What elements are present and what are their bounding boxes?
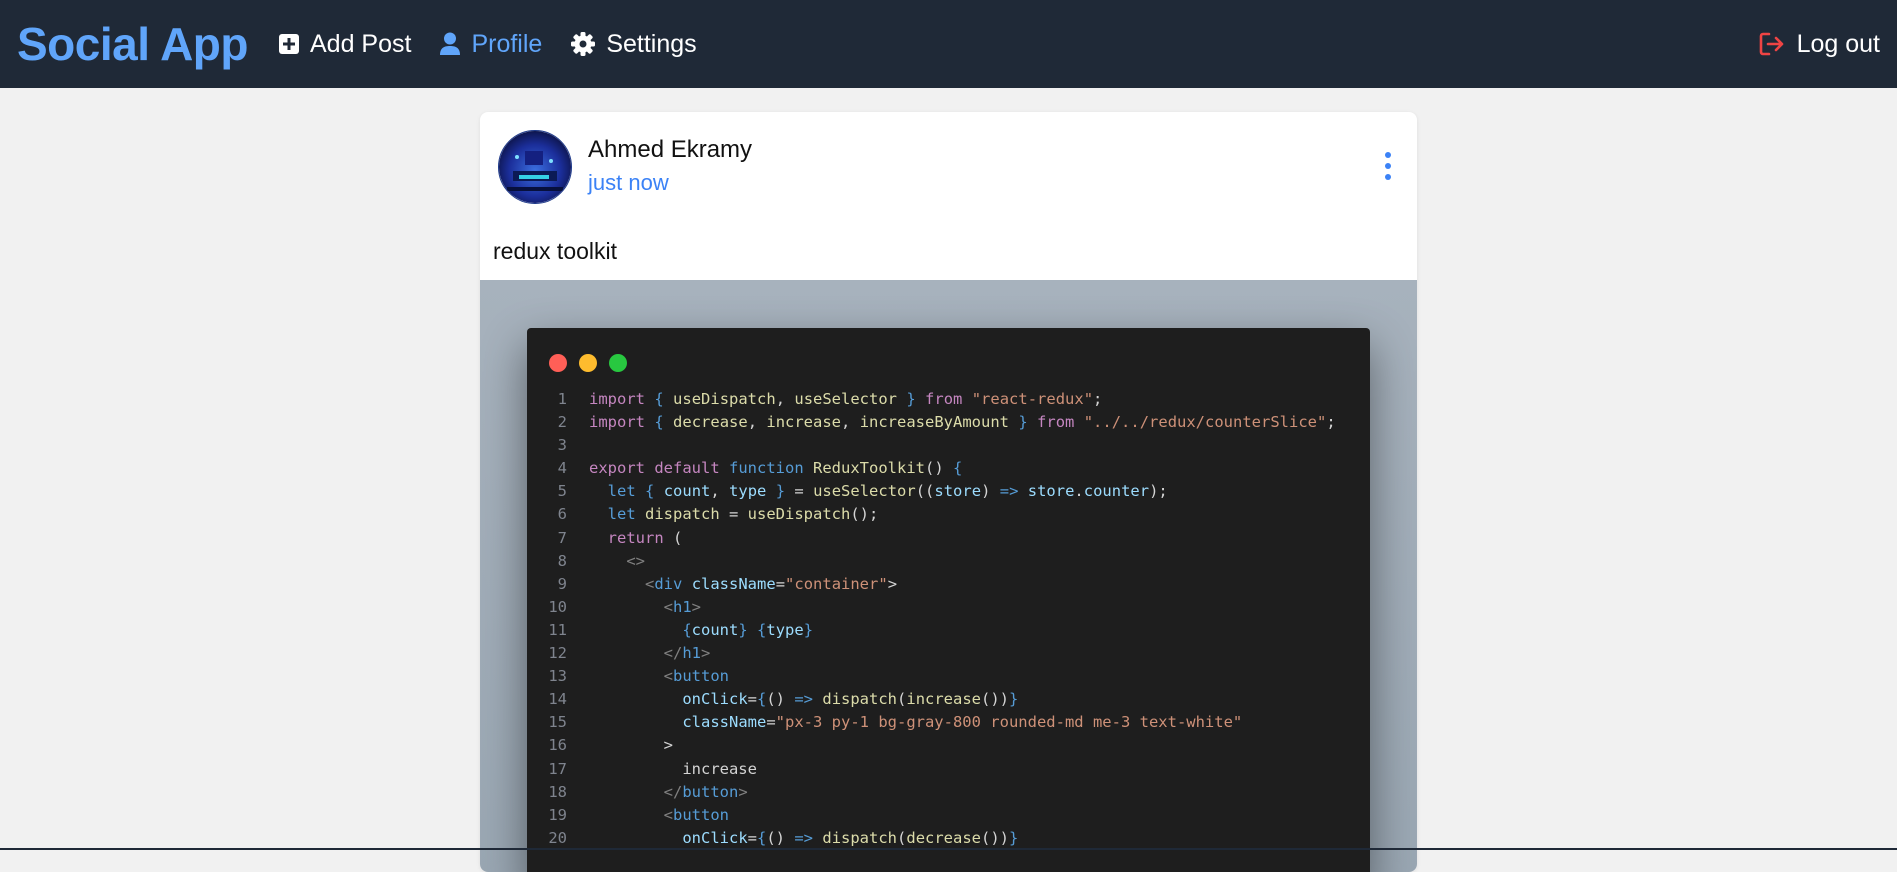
code-text: </h1> — [663, 644, 711, 663]
line-number: 7 — [557, 528, 567, 547]
code-snippet-window: 1 import { useDispatch, useSelector } fro… — [527, 328, 1370, 872]
line-number: 9 — [557, 574, 567, 593]
post-body-text: redux toolkit — [493, 238, 618, 264]
code-text: {count} {type} — [682, 620, 814, 639]
line-number: 4 — [557, 459, 567, 478]
code-text: <> — [626, 551, 645, 570]
brand-logo[interactable]: Social App — [17, 17, 249, 71]
code-text: <button — [663, 667, 729, 686]
code-line: 11 {count} {type} — [527, 619, 1370, 642]
code-line: 19 <button — [527, 804, 1370, 827]
window-maximize-dot — [609, 354, 627, 372]
line-number: 5 — [557, 482, 567, 501]
line-number: 19 — [548, 805, 567, 824]
nav-profile-label: Profile — [471, 29, 543, 58]
plus-square-icon — [279, 34, 299, 54]
post-timestamp: just now — [588, 170, 669, 195]
code-line: 13 <button — [527, 665, 1370, 688]
code-line: 5 let { count, type } = useSelector((sto… — [527, 480, 1370, 503]
code-line: 1 import { useDispatch, useSelector } fro… — [527, 388, 1370, 411]
nav-settings-label: Settings — [606, 29, 697, 58]
code-text: let { count, type } = useSelector((store… — [607, 482, 1168, 501]
code-text: <button — [663, 805, 729, 824]
code-text: onClick={() => dispatch(decrease())} — [682, 828, 1019, 847]
code-line: 3 — [527, 434, 1370, 457]
code-text: </button> — [663, 782, 748, 801]
window-close-dot — [549, 354, 567, 372]
gear-icon — [571, 32, 596, 56]
line-number: 12 — [548, 644, 567, 663]
code-line: 2 import { decrease, increase, increaseBy… — [527, 411, 1370, 434]
avatar-image — [499, 131, 571, 203]
line-number: 16 — [548, 736, 567, 755]
line-number: 18 — [548, 782, 567, 801]
line-number: 15 — [548, 713, 567, 732]
code-line: 10 <h1> — [527, 596, 1370, 619]
code-line: 9 <div className="container"> — [527, 573, 1370, 596]
post-card: Ahmed Ekramy just now redux toolkit 1 imp… — [480, 112, 1417, 872]
code-line: 7 return ( — [527, 527, 1370, 550]
code-line: 14 onClick={() => dispatch(increase())} — [527, 688, 1370, 711]
code-text: increase — [589, 759, 757, 778]
line-number: 8 — [557, 551, 567, 570]
code-text: import { useDispatch, useSelector } from… — [589, 390, 1103, 408]
line-number: 3 — [557, 436, 567, 455]
code-line: 4 export default function ReduxToolkit() … — [527, 457, 1370, 480]
post-author-name[interactable]: Ahmed Ekramy — [588, 136, 752, 164]
nav-settings[interactable]: Settings — [570, 29, 697, 59]
code-line: 18 </button> — [527, 781, 1370, 804]
vertical-dots-icon[interactable] — [1383, 152, 1393, 180]
code-text: <h1> — [663, 597, 702, 616]
line-number: 1 — [557, 390, 567, 408]
code-text: <div className="container"> — [645, 574, 898, 593]
code-text: onClick={() => dispatch(increase())} — [682, 690, 1019, 709]
author-avatar[interactable] — [498, 130, 572, 204]
user-icon — [440, 32, 461, 55]
code-line: 16 > — [527, 734, 1370, 757]
nav-add-post-label: Add Post — [310, 29, 412, 58]
code-text: import { decrease, increase, increaseByA… — [589, 413, 1336, 432]
code-text: className="px-3 py-1 bg-gray-800 rounded… — [682, 713, 1243, 732]
navbar: Social App Add Post Profile Settings Log… — [0, 0, 1897, 88]
code-text: > — [589, 736, 673, 755]
line-number: 6 — [557, 505, 567, 524]
code-line: 8 <> — [527, 550, 1370, 573]
code-text: export default function ReduxToolkit() { — [589, 459, 963, 478]
code-block: 1 import { useDispatch, useSelector } fro… — [527, 388, 1370, 850]
nav-add-post[interactable]: Add Post — [278, 30, 411, 59]
code-text: let dispatch = useDispatch(); — [607, 505, 879, 524]
post-image[interactable]: 1 import { useDispatch, useSelector } fro… — [480, 280, 1417, 872]
line-number: 2 — [557, 413, 567, 432]
code-line: 6 let dispatch = useDispatch(); — [527, 503, 1370, 526]
line-number: 10 — [548, 597, 567, 616]
line-number: 14 — [548, 690, 567, 709]
code-line: 17 increase — [527, 758, 1370, 781]
logout-icon — [1759, 32, 1783, 56]
nav-profile[interactable]: Profile — [439, 30, 542, 59]
logout-label: Log out — [1796, 29, 1880, 58]
line-number: 13 — [548, 667, 567, 686]
code-text: return ( — [607, 528, 683, 547]
window-minimize-dot — [579, 354, 597, 372]
line-number: 17 — [548, 759, 567, 778]
code-line: 15 className="px-3 py-1 bg-gray-800 roun… — [527, 711, 1370, 734]
logout-button[interactable]: Log out — [1759, 0, 1880, 88]
line-number: 11 — [548, 620, 567, 639]
code-line: 20 onClick={() => dispatch(decrease())} — [527, 827, 1370, 850]
line-number: 20 — [548, 828, 567, 847]
code-line: 12 </h1> — [527, 642, 1370, 665]
